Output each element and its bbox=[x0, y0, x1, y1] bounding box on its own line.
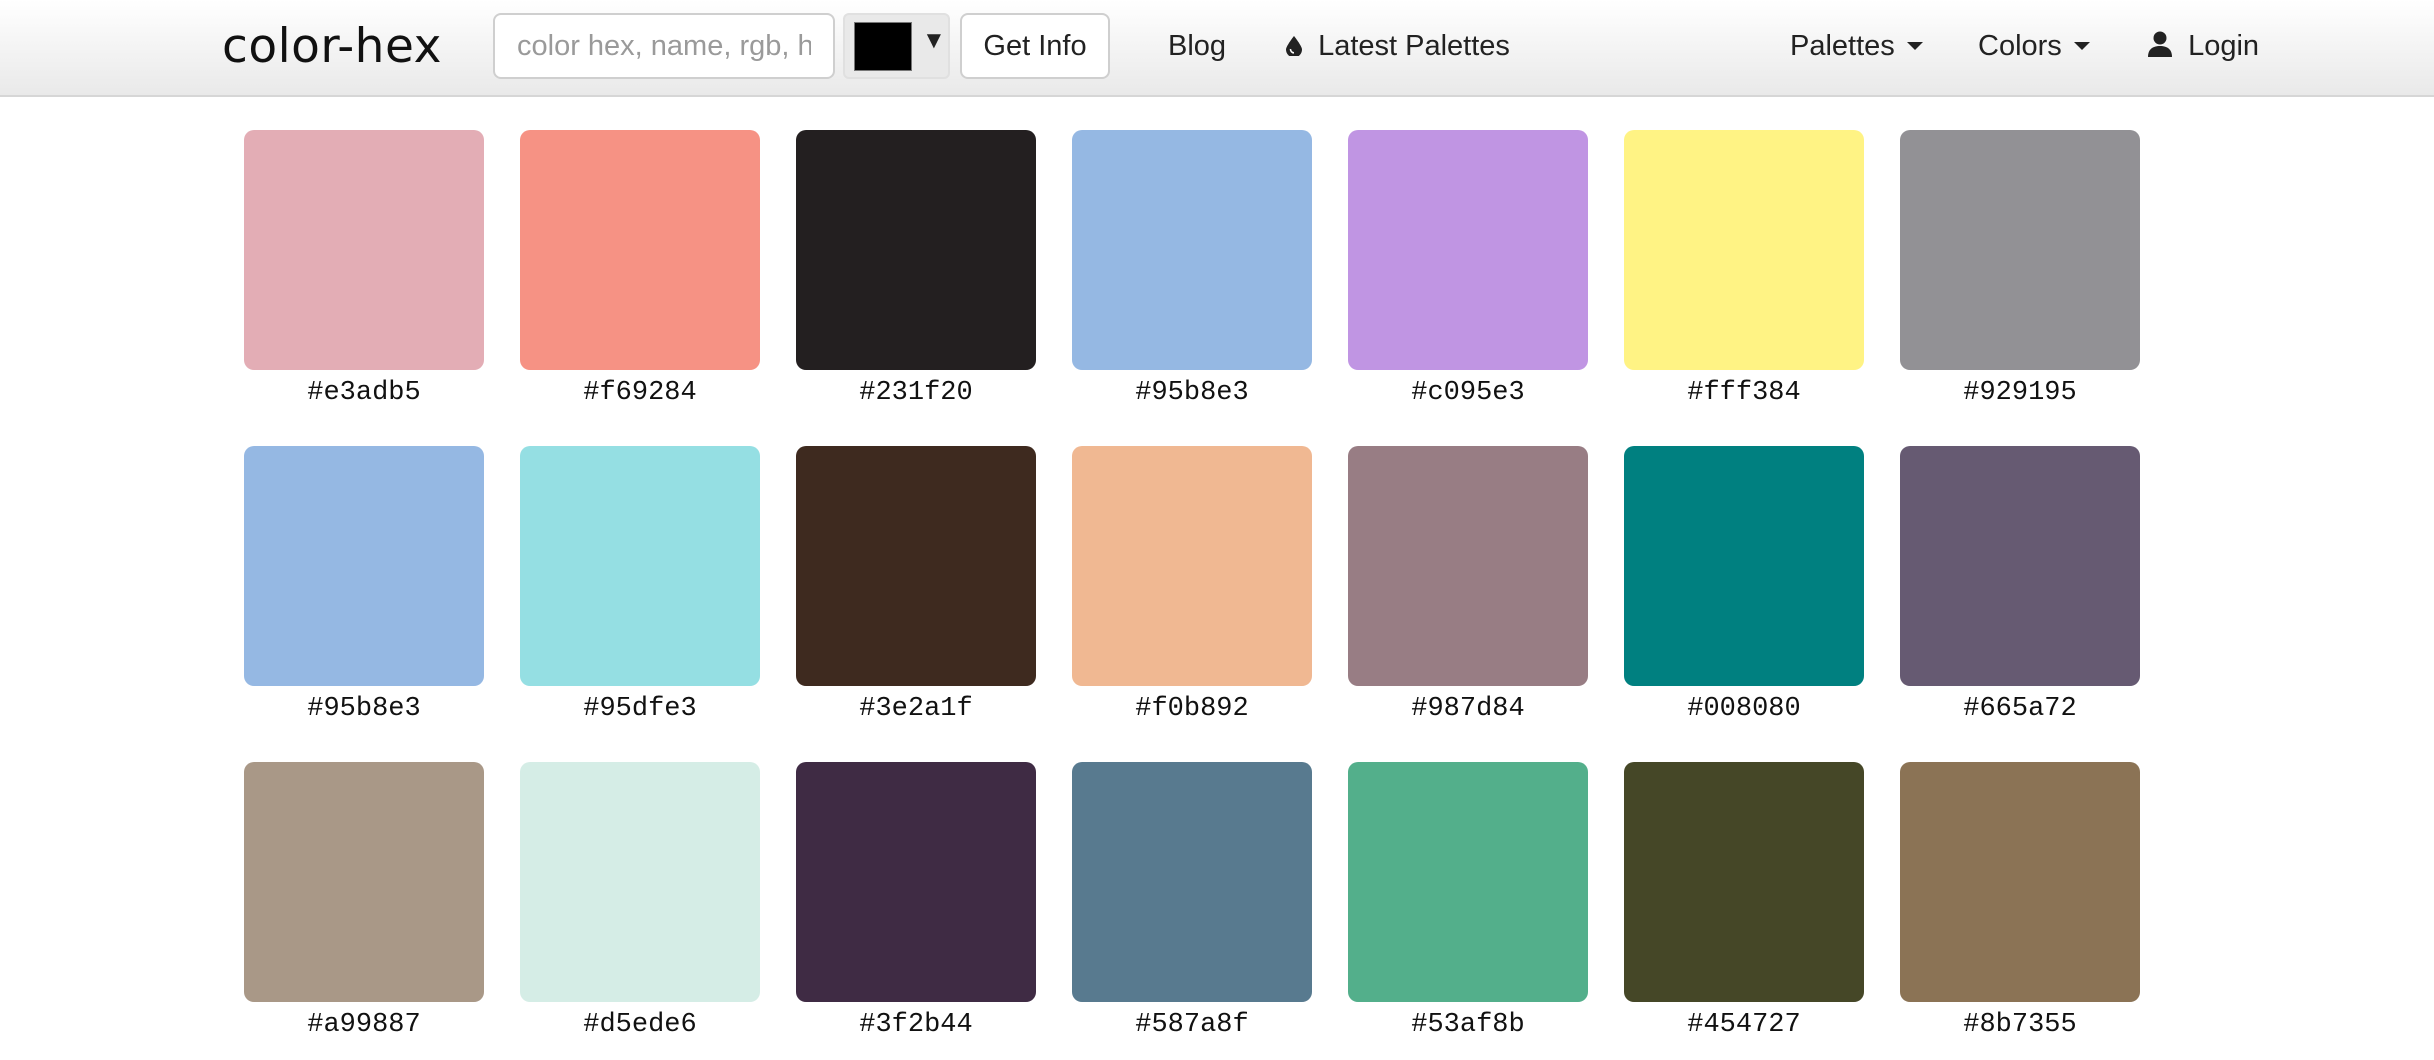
picker-color-swatch bbox=[854, 22, 912, 71]
caret-down-icon bbox=[2073, 42, 2090, 50]
color-hex-label: #95b8e3 bbox=[307, 694, 421, 724]
color-swatch bbox=[1072, 762, 1312, 1002]
color-tile[interactable]: #f0b892 bbox=[1072, 446, 1312, 762]
color-swatch bbox=[244, 446, 484, 686]
color-tile[interactable]: #e3adb5 bbox=[244, 130, 484, 446]
color-hex-label: #c095e3 bbox=[1411, 378, 1525, 408]
color-hex-label: #929195 bbox=[1963, 378, 2077, 408]
color-tile[interactable]: #231f20 bbox=[796, 130, 1036, 446]
color-tile[interactable]: #95b8e3 bbox=[1072, 130, 1312, 446]
color-tile[interactable]: #c095e3 bbox=[1348, 130, 1588, 446]
color-hex-label: #53af8b bbox=[1411, 1010, 1525, 1040]
tint-drop-icon bbox=[1286, 36, 1302, 56]
color-tile[interactable]: #3f2b44 bbox=[796, 762, 1036, 1060]
color-swatch bbox=[1624, 130, 1864, 370]
color-swatch bbox=[1624, 446, 1864, 686]
color-swatch bbox=[796, 762, 1036, 1002]
color-tile[interactable]: #454727 bbox=[1624, 762, 1864, 1060]
color-swatch bbox=[1900, 130, 2140, 370]
color-swatch bbox=[1072, 446, 1312, 686]
brand-logo[interactable]: color-hex bbox=[222, 14, 442, 80]
nav-colors-label: Colors bbox=[1978, 30, 2062, 62]
color-swatch bbox=[1348, 762, 1588, 1002]
color-search-input[interactable] bbox=[493, 13, 835, 79]
color-hex-label: #454727 bbox=[1687, 1010, 1801, 1040]
nav-colors-dropdown[interactable]: Colors bbox=[1978, 13, 2090, 79]
color-tile[interactable]: #f69284 bbox=[520, 130, 760, 446]
color-hex-label: #665a72 bbox=[1963, 694, 2077, 724]
color-hex-label: #008080 bbox=[1687, 694, 1801, 724]
color-swatch bbox=[1900, 762, 2140, 1002]
color-swatch bbox=[520, 762, 760, 1002]
color-hex-label: #d5ede6 bbox=[583, 1010, 697, 1040]
color-swatch bbox=[796, 130, 1036, 370]
color-tile[interactable]: #53af8b bbox=[1348, 762, 1588, 1060]
nav-login-link[interactable]: Login bbox=[2146, 13, 2259, 79]
nav-latest-palettes-link[interactable]: Latest Palettes bbox=[1286, 13, 1510, 79]
nav-blog-label: Blog bbox=[1168, 30, 1227, 62]
color-swatch bbox=[244, 130, 484, 370]
color-swatch bbox=[1348, 130, 1588, 370]
color-hex-label: #f0b892 bbox=[1135, 694, 1249, 724]
color-swatch bbox=[1348, 446, 1588, 686]
color-swatch-grid: #e3adb5 #f69284 #231f20 #95b8e3 #c095e3 #fff3… bbox=[244, 130, 2140, 1060]
color-tile[interactable]: #95b8e3 bbox=[244, 446, 484, 762]
get-info-button[interactable]: Get Info bbox=[960, 13, 1110, 79]
color-tile[interactable]: #8b7355 bbox=[1900, 762, 2140, 1060]
color-hex-label: #95dfe3 bbox=[583, 694, 697, 724]
caret-down-icon bbox=[1906, 42, 1923, 50]
nav-latest-palettes-label: Latest Palettes bbox=[1318, 30, 1510, 62]
top-navbar: color-hex ▼ Get Info Blog Latest Palette… bbox=[0, 0, 2434, 97]
color-swatch bbox=[1900, 446, 2140, 686]
color-hex-label: #3f2b44 bbox=[859, 1010, 973, 1040]
color-tile[interactable]: #95dfe3 bbox=[520, 446, 760, 762]
color-hex-label: #a99887 bbox=[307, 1010, 421, 1040]
color-tile[interactable]: #3e2a1f bbox=[796, 446, 1036, 762]
color-tile[interactable]: #008080 bbox=[1624, 446, 1864, 762]
color-tile[interactable]: #a99887 bbox=[244, 762, 484, 1060]
color-tile[interactable]: #987d84 bbox=[1348, 446, 1588, 762]
nav-palettes-label: Palettes bbox=[1790, 30, 1895, 62]
color-hex-label: #f69284 bbox=[583, 378, 697, 408]
nav-palettes-dropdown[interactable]: Palettes bbox=[1790, 13, 1923, 79]
color-hex-label: #8b7355 bbox=[1963, 1010, 2077, 1040]
color-swatch bbox=[1624, 762, 1864, 1002]
color-swatch bbox=[244, 762, 484, 1002]
color-tile[interactable]: #587a8f bbox=[1072, 762, 1312, 1060]
color-swatch bbox=[1072, 130, 1312, 370]
color-swatch bbox=[520, 130, 760, 370]
color-tile[interactable]: #d5ede6 bbox=[520, 762, 760, 1060]
color-hex-label: #3e2a1f bbox=[859, 694, 973, 724]
user-icon bbox=[2148, 31, 2172, 57]
nav-login-label: Login bbox=[2188, 30, 2260, 62]
color-hex-label: #fff384 bbox=[1687, 378, 1801, 408]
color-tile[interactable]: #665a72 bbox=[1900, 446, 2140, 762]
nav-blog-link[interactable]: Blog bbox=[1168, 13, 1226, 79]
color-hex-label: #987d84 bbox=[1411, 694, 1525, 724]
color-tile[interactable]: #929195 bbox=[1900, 130, 2140, 446]
color-picker-dropdown[interactable]: ▼ bbox=[843, 13, 950, 79]
picker-arrow-icon: ▼ bbox=[922, 27, 946, 54]
color-hex-label: #e3adb5 bbox=[307, 378, 421, 408]
color-hex-label: #95b8e3 bbox=[1135, 378, 1249, 408]
color-hex-label: #587a8f bbox=[1135, 1010, 1249, 1040]
color-hex-label: #231f20 bbox=[859, 378, 973, 408]
color-swatch bbox=[796, 446, 1036, 686]
color-tile[interactable]: #fff384 bbox=[1624, 130, 1864, 446]
color-swatch bbox=[520, 446, 760, 686]
